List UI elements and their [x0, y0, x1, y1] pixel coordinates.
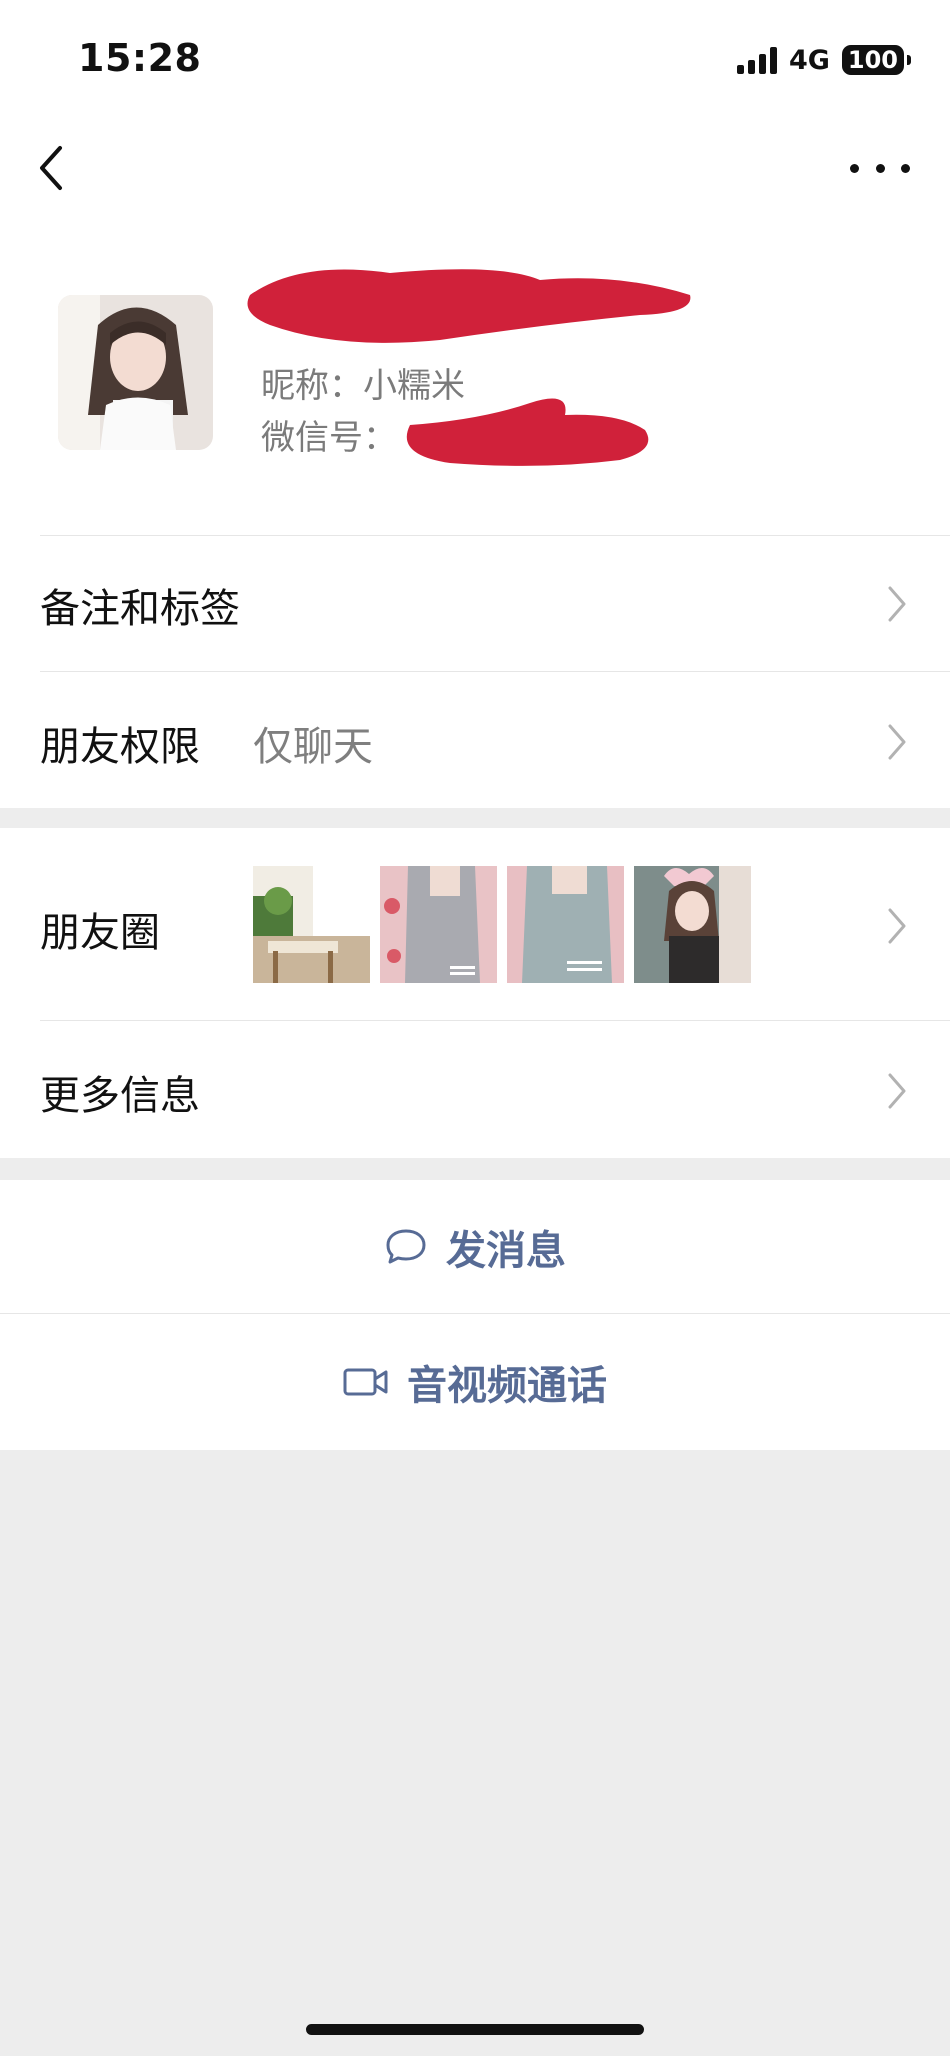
status-time: 15:28 — [78, 36, 202, 80]
chevron-right-icon — [888, 586, 906, 622]
more-info-row[interactable]: 更多信息 — [0, 1021, 950, 1158]
row-value: 仅聊天 — [253, 724, 373, 770]
redacted-name — [240, 255, 700, 355]
back-chevron-icon — [40, 146, 62, 190]
send-message-label: 发消息 — [446, 1227, 566, 1274]
more-dot-icon — [850, 163, 859, 173]
more-dot-icon — [875, 163, 885, 173]
row-label: 更多信息 — [40, 1073, 200, 1119]
video-call-button[interactable]: 音视频通话 — [0, 1314, 950, 1450]
chat-bubble-icon — [386, 1229, 426, 1263]
remarks-tags-row[interactable]: 备注和标签 — [0, 536, 950, 671]
row-label: 朋友权限 — [40, 724, 200, 770]
row-label: 备注和标签 — [40, 586, 240, 632]
chevron-right-icon — [888, 724, 906, 760]
moments-photo — [380, 866, 497, 983]
video-call-label: 音视频通话 — [407, 1363, 607, 1409]
video-camera-icon — [343, 1368, 388, 1396]
redacted-wechat-id — [390, 385, 660, 475]
moments-photo — [634, 866, 751, 983]
battery-icon: 100 — [841, 45, 912, 75]
moments-photo — [507, 866, 624, 983]
row-label: 朋友圈 — [40, 910, 160, 956]
send-message-button[interactable]: 发消息 — [0, 1180, 950, 1313]
wechat-id-label: 微信号： — [261, 418, 397, 458]
status-indicators: 4G 100 — [736, 42, 912, 78]
moments-photo — [253, 866, 370, 983]
back-button[interactable] — [30, 140, 80, 196]
avatar[interactable] — [58, 295, 213, 450]
friend-permissions-row[interactable]: 朋友权限 仅聊天 — [0, 672, 950, 807]
more-button[interactable] — [850, 150, 910, 186]
chevron-right-icon — [888, 1073, 906, 1109]
network-type: 4G — [788, 44, 830, 76]
chevron-right-icon — [888, 908, 906, 944]
home-indicator — [306, 2024, 644, 2035]
signal-icon — [736, 46, 777, 74]
moments-thumbnails[interactable] — [253, 866, 751, 983]
more-dot-icon — [901, 163, 910, 173]
